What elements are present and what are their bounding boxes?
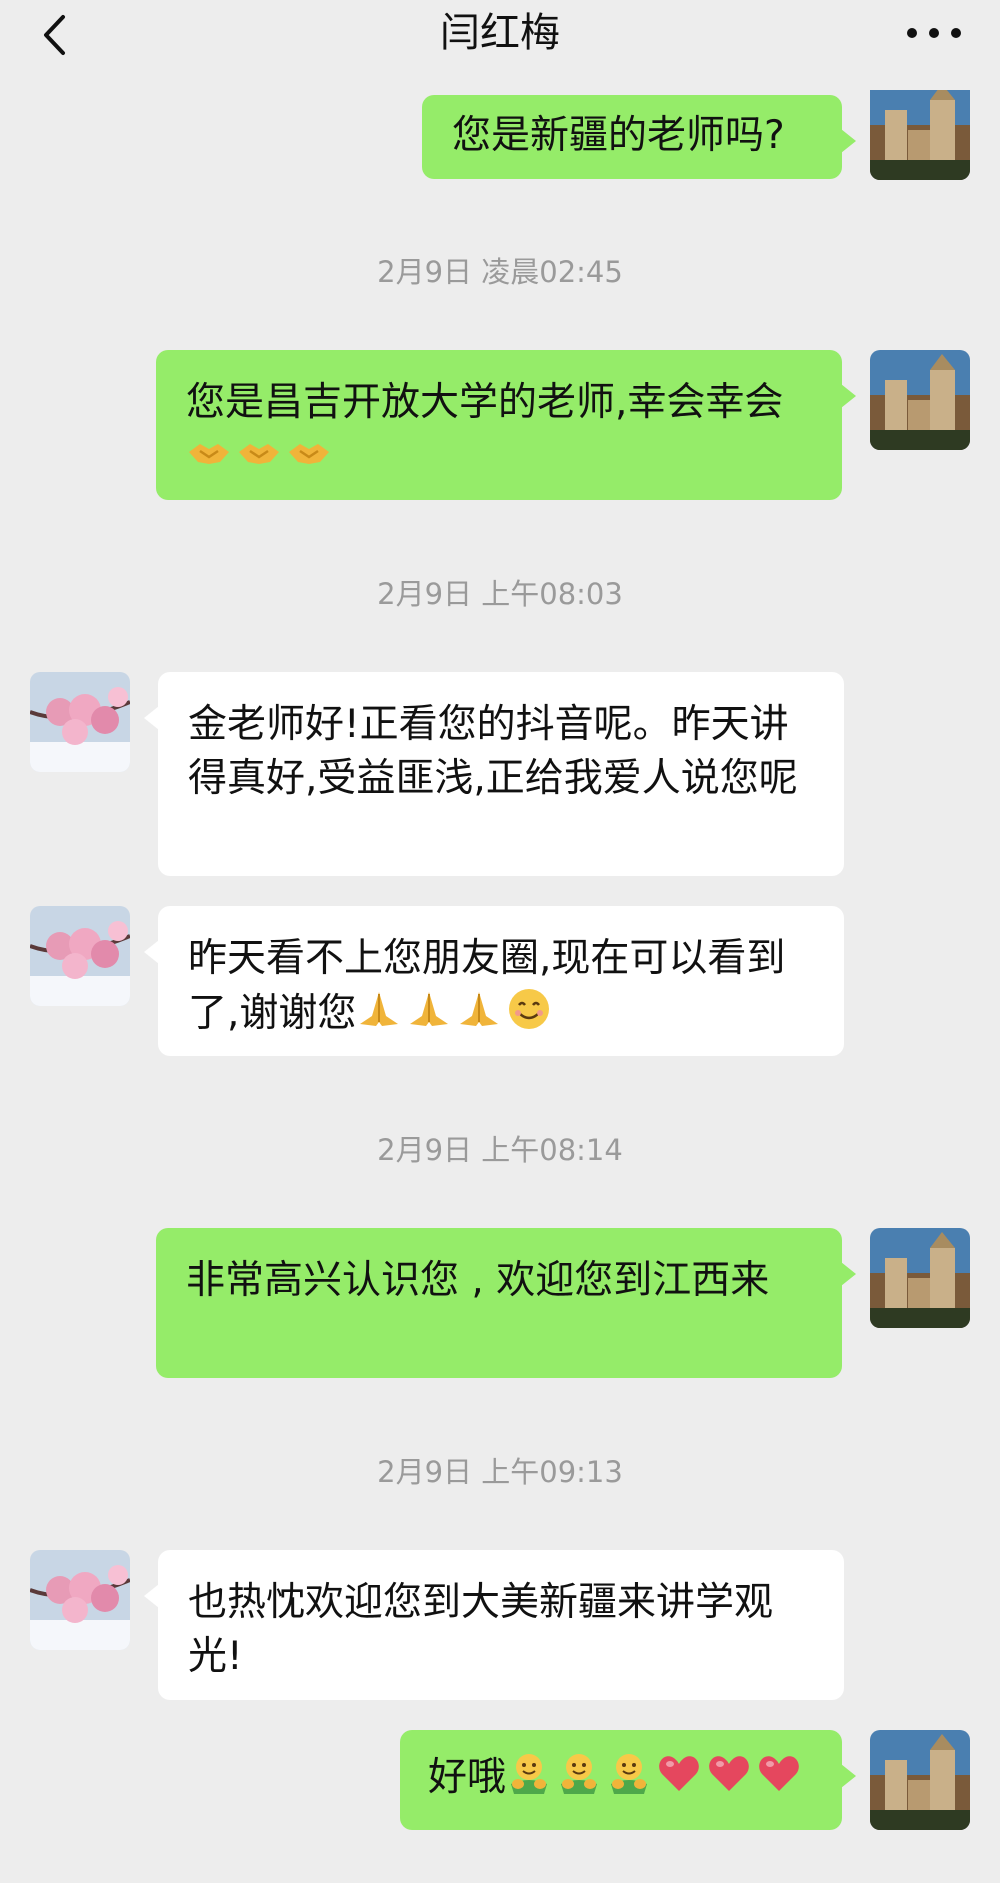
heart-icon [656, 1750, 702, 1796]
my-avatar[interactable] [870, 1730, 970, 1830]
message-text: 金老师好!正看您的抖音呢。昨天讲得真好,受益匪浅,正给我爱人说您呢 [188, 702, 798, 801]
handshake-icon [236, 430, 282, 476]
handshake-icon [186, 430, 232, 476]
message-text: 您是昌吉开放大学的老师,幸会幸会 [186, 380, 784, 425]
my-avatar[interactable] [870, 1228, 970, 1328]
hug-icon [506, 1750, 552, 1796]
my-message-bubble[interactable]: 您是昌吉开放大学的老师,幸会幸会 [156, 350, 856, 500]
my-message-bubble[interactable]: 非常高兴认识您 , 欢迎您到江西来 [156, 1228, 856, 1378]
more-button[interactable] [898, 8, 970, 58]
timestamp: 2月9日 凌晨02:45 [377, 255, 623, 289]
my-avatar[interactable] [870, 350, 970, 450]
more-dots-icon [907, 28, 961, 38]
timestamp: 2月9日 上午09:13 [377, 1455, 623, 1489]
my-message-bubble[interactable]: 您是新疆的老师吗? [422, 95, 856, 179]
message-text: 非常高兴认识您 , 欢迎您到江西来 [186, 1258, 770, 1303]
contact-avatar[interactable] [30, 906, 130, 1006]
pray-hands-icon [356, 986, 402, 1032]
contact-avatar[interactable] [30, 1550, 130, 1650]
timestamp: 2月9日 上午08:03 [377, 577, 623, 611]
my-message-bubble[interactable]: 好哦 [400, 1730, 856, 1830]
contact-message-bubble[interactable]: 也热忱欢迎您到大美新疆来讲学观光! [144, 1550, 844, 1700]
message-text: 您是新疆的老师吗? [452, 113, 785, 158]
message-text: 好哦 [428, 1755, 507, 1800]
heart-icon [706, 1750, 752, 1796]
contact-message-bubble[interactable]: 金老师好!正看您的抖音呢。昨天讲得真好,受益匪浅,正给我爱人说您呢 [144, 672, 844, 876]
hug-icon [606, 1750, 652, 1796]
my-avatar[interactable] [870, 80, 970, 180]
timestamp: 2月9日 上午08:14 [377, 1133, 623, 1167]
message-text: 也热忱欢迎您到大美新疆来讲学观光! [188, 1580, 774, 1679]
chat-header: 闫红梅 [0, 0, 1000, 90]
pray-hands-icon [456, 986, 502, 1032]
hug-icon [556, 1750, 602, 1796]
handshake-icon [286, 430, 332, 476]
chat-area: 您是新疆的老师吗? 2月9日 凌晨02:45 您是昌吉开放大学的老师,幸会幸会 … [0, 0, 1000, 1883]
pray-hands-icon [406, 986, 452, 1032]
heart-icon [756, 1750, 802, 1796]
contact-name-title: 闫红梅 [440, 10, 560, 56]
contact-message-bubble[interactable]: 昨天看不上您朋友圈,现在可以看到了,谢谢您 [144, 906, 844, 1056]
smile-icon [506, 986, 552, 1032]
contact-avatar[interactable] [30, 672, 130, 772]
